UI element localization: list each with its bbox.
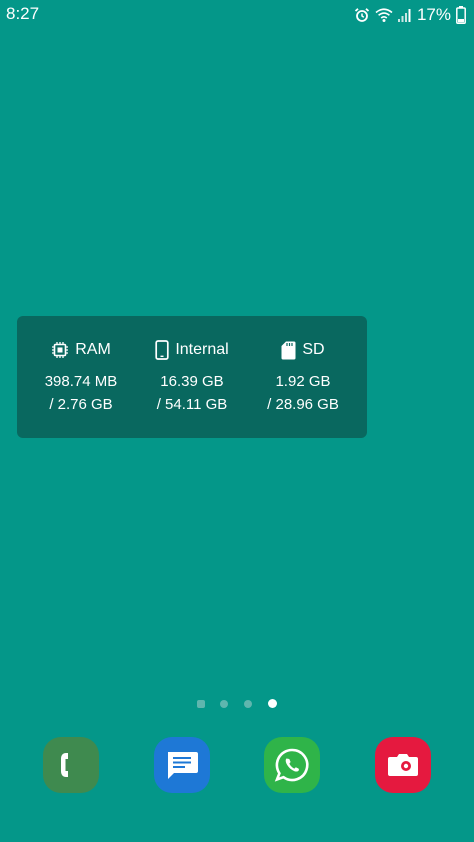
internal-label: Internal [175,341,229,358]
sd-column: SD 1.92 GB / 28.96 GB [245,338,361,416]
phone-icon [155,340,169,360]
status-icons: 17% [354,4,466,26]
messages-app[interactable] [154,737,210,793]
whatsapp-icon [274,748,309,782]
page-dot-3[interactable] [244,700,252,708]
signal-icon [397,9,411,22]
home-page-dot[interactable] [197,700,205,708]
storage-widget[interactable]: RAM 398.74 MB / 2.76 GB Internal 16.39 G… [17,316,367,438]
whatsapp-app[interactable] [264,737,320,793]
alarm-icon [354,8,370,22]
wifi-icon [375,8,393,22]
ram-total: / 2.76 GB [49,396,113,413]
battery-icon [456,6,466,24]
page-dot-2[interactable] [220,700,228,708]
internal-header: Internal [134,338,250,362]
chip-icon [52,342,69,358]
internal-column: Internal 16.39 GB / 54.11 GB [134,338,250,416]
sd-header: SD [245,338,361,362]
sd-label: SD [302,341,325,358]
page-dot-4-active[interactable] [268,699,277,708]
camera-icon [388,754,418,776]
internal-total: / 54.11 GB [156,396,228,413]
sd-used: 1.92 GB [275,373,331,390]
page-indicator[interactable] [196,699,280,709]
phone-handset-icon [61,753,68,777]
internal-used: 16.39 GB [160,373,224,390]
status-time: 8:27 [6,4,40,23]
battery-percentage: 17% [416,5,451,24]
ram-header: RAM [23,338,139,362]
message-icon [168,752,198,779]
status-bar: 8:27 17% [0,0,474,30]
ram-column: RAM 398.74 MB / 2.76 GB [23,338,139,416]
ram-label: RAM [75,341,111,358]
sd-total: / 28.96 GB [267,396,339,413]
app-dock [0,737,474,793]
ram-used: 398.74 MB [44,373,118,390]
sd-card-icon [281,341,296,359]
camera-app[interactable] [375,737,431,793]
phone-app[interactable] [43,737,99,793]
